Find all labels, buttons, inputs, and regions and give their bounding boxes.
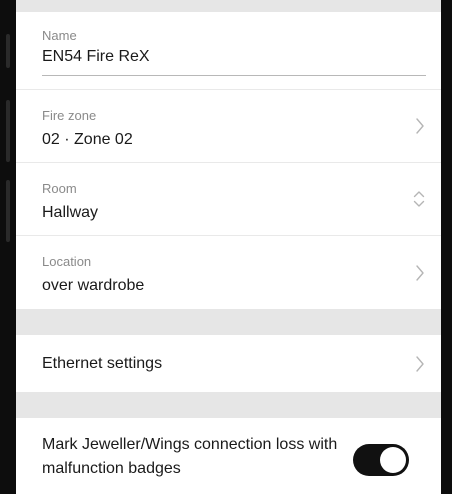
room-label: Room (42, 181, 77, 196)
section-spacer (16, 0, 441, 12)
malfunction-toggle-label: Mark Jeweller/Wings connection loss with… (42, 436, 338, 477)
phone-side-button-bottom (6, 180, 10, 242)
name-label: Name (42, 28, 77, 43)
chevron-right-icon (416, 355, 424, 372)
section-spacer (16, 392, 441, 418)
section-spacer (16, 309, 441, 335)
chevron-right-icon (416, 118, 424, 134)
ethernet-settings-row[interactable]: Ethernet settings (16, 335, 441, 392)
name-underline (42, 75, 426, 76)
chevron-right-icon (416, 264, 424, 281)
name-value[interactable]: EN54 Fire ReX (42, 47, 415, 67)
phone-side-button-middle (6, 100, 10, 162)
chevron-up-down-icon (413, 191, 425, 207)
fire-zone-row[interactable]: Fire zone 02 · Zone 02 (16, 90, 441, 163)
room-row[interactable]: Room Hallway (16, 163, 441, 236)
malfunction-toggle-switch[interactable] (353, 444, 409, 476)
fire-zone-label: Fire zone (42, 108, 97, 123)
room-value: Hallway (42, 204, 99, 221)
ethernet-card: Ethernet settings (16, 335, 441, 392)
toggle-knob (380, 447, 406, 473)
phone-frame-edge (441, 0, 452, 494)
name-field[interactable]: Name EN54 Fire ReX (16, 12, 441, 90)
location-value: over wardrobe (42, 277, 145, 294)
location-row[interactable]: Location over wardrobe (16, 236, 441, 309)
phone-side-button-top (6, 34, 10, 68)
settings-screen: Name EN54 Fire ReX Fire zone 02 · Zone 0… (16, 0, 441, 494)
location-label: Location (42, 254, 92, 269)
fire-zone-value: 02 · Zone 02 (42, 131, 133, 148)
malfunction-badge-row[interactable]: Mark Jeweller/Wings connection loss with… (16, 418, 441, 494)
device-settings-card: Name EN54 Fire ReX Fire zone 02 · Zone 0… (16, 12, 441, 309)
ethernet-settings-label: Ethernet settings (42, 354, 163, 372)
malfunction-card: Mark Jeweller/Wings connection loss with… (16, 418, 441, 494)
